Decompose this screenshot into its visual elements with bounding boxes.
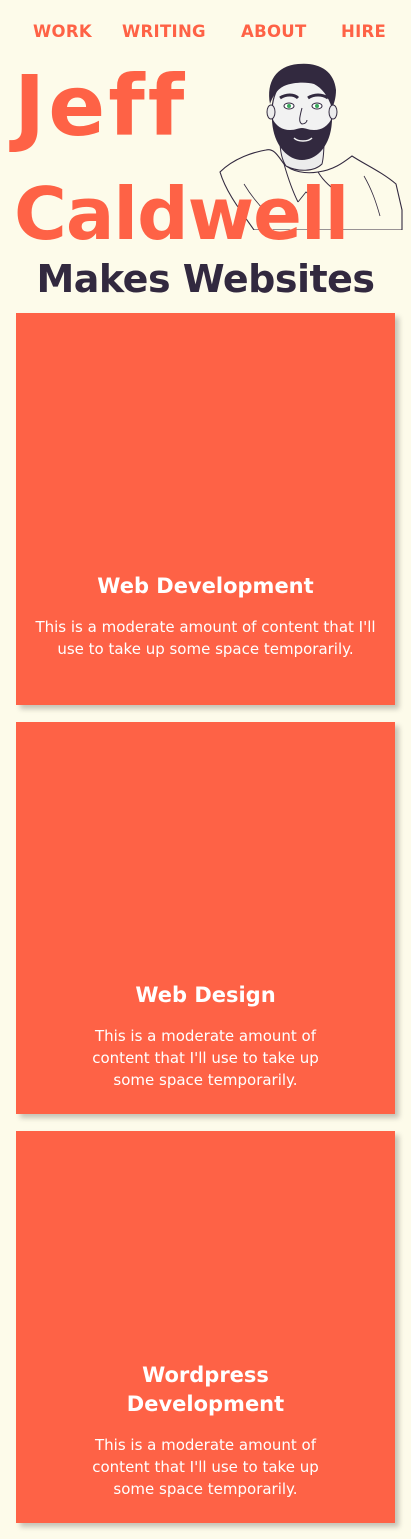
service-card-title: Web Development	[97, 574, 314, 598]
service-card-web-design: Web Design This is a moderate amount of …	[16, 722, 395, 1114]
main-nav: WORK WRITING ABOUT HIRE	[0, 22, 411, 44]
hero-first-name: Jeff	[14, 57, 188, 155]
nav-link-hire[interactable]: HIRE	[341, 22, 386, 41]
hero-tagline: Makes Websites	[36, 257, 375, 301]
service-card-text: This is a moderate amount of content tha…	[92, 1027, 319, 1089]
service-card-wordpress-development: Wordpress Development This is a moderate…	[16, 1131, 395, 1523]
service-card-title: Wordpress Development	[126, 1363, 285, 1416]
service-card-web-development: Web Development This is a moderate amoun…	[16, 313, 395, 705]
service-card-text: This is a moderate amount of content tha…	[92, 1436, 319, 1498]
nav-link-about[interactable]: ABOUT	[241, 22, 307, 41]
hero-last-name: Caldwell	[14, 172, 349, 256]
service-card-title: Web Design	[135, 983, 276, 1007]
nav-link-writing[interactable]: WRITING	[122, 22, 206, 41]
nav-link-work[interactable]: WORK	[33, 22, 92, 41]
service-card-text: This is a moderate amount of content tha…	[35, 618, 376, 658]
